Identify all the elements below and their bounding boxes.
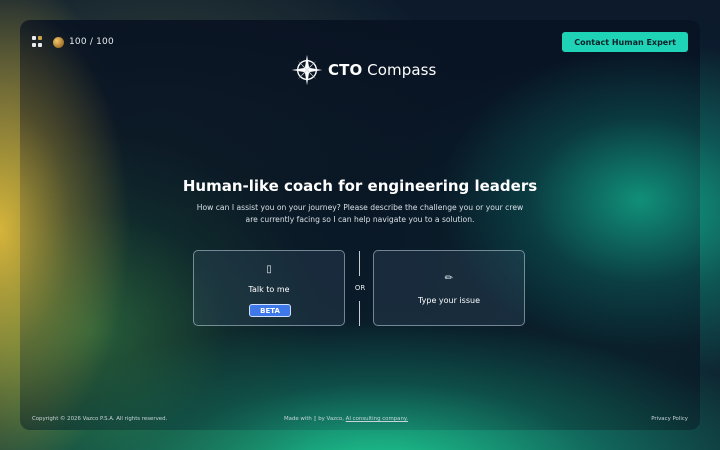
page-subtitle: How can I assist you on your journey? Pl… xyxy=(196,203,524,224)
logo[interactable]: CTO Compass xyxy=(290,53,436,87)
type-your-issue-card[interactable]: ✏ Type your issue xyxy=(373,250,525,326)
made-by-text: Made with ▯ by Vazco, AI consulting comp… xyxy=(284,416,408,422)
type-your-issue-label: Type your issue xyxy=(418,296,480,305)
talk-to-me-label: Talk to me xyxy=(248,285,290,294)
page-title: Human-like coach for engineering leaders xyxy=(182,177,538,195)
microphone-icon: ▯ xyxy=(266,264,272,275)
beta-badge: BETA xyxy=(249,304,291,317)
vazco-link[interactable]: AI consulting company. xyxy=(346,416,408,422)
or-separator: OR xyxy=(354,284,366,292)
contact-human-expert-button[interactable]: Contact Human Expert xyxy=(562,32,688,52)
compass-icon xyxy=(291,54,323,86)
credits-count: 100 / 100 xyxy=(69,37,114,47)
talk-to-me-card[interactable]: ▯ Talk to me BETA xyxy=(193,250,345,326)
divider-top xyxy=(359,251,360,276)
pencil-icon: ✏ xyxy=(444,273,454,284)
logo-text: CTO Compass xyxy=(328,61,437,79)
privacy-policy-link[interactable]: Privacy Policy xyxy=(651,416,688,422)
apps-grid-icon[interactable] xyxy=(32,36,43,47)
copyright-text: Copyright © 2026 Vazco P.S.A. All rights… xyxy=(32,416,168,422)
divider-bottom xyxy=(359,301,360,326)
coin-icon xyxy=(53,36,64,48)
credits-indicator: 100 / 100 xyxy=(53,35,114,49)
app-frame: 100 / 100 Contact Human Expert CTO Compa… xyxy=(20,20,700,430)
